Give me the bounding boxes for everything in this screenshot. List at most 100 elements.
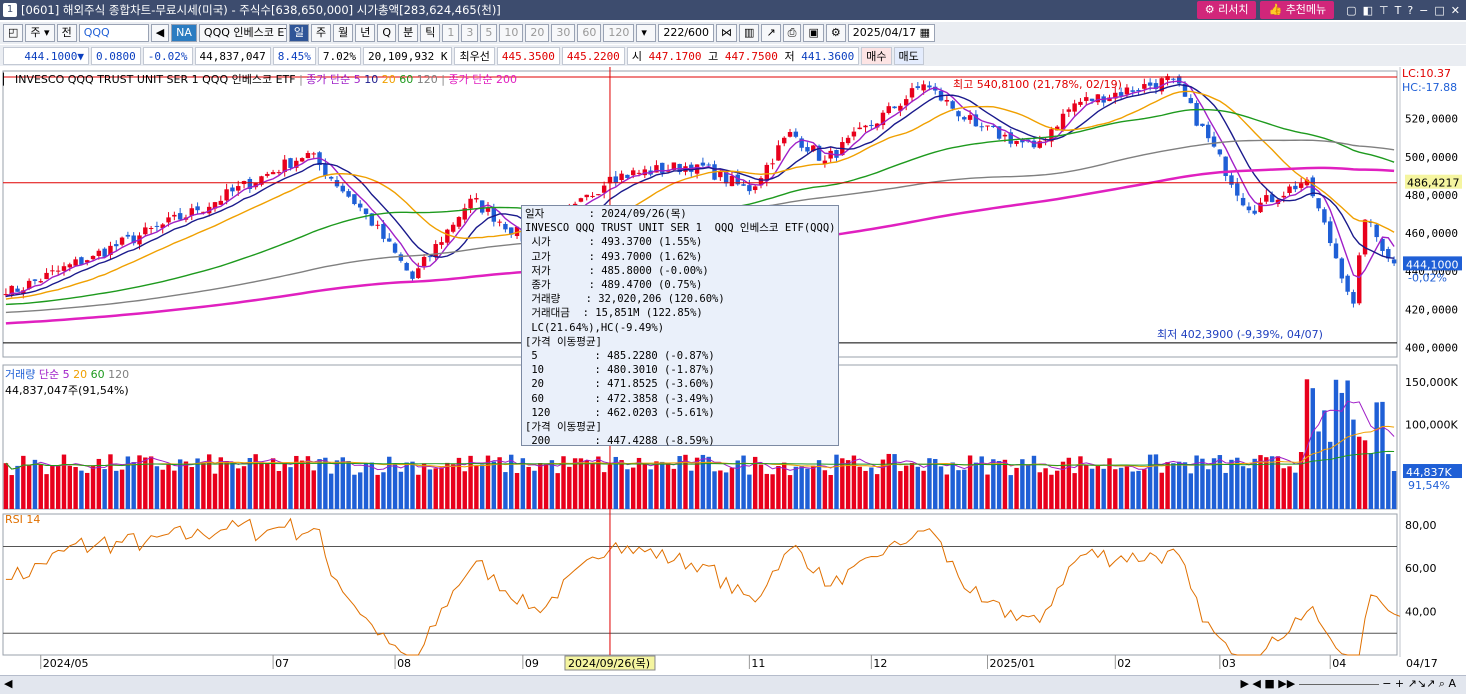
high-annotation: 최고 540,8100 (21,78%, 02/19) xyxy=(953,78,1122,91)
candle-body xyxy=(1351,292,1356,304)
volume-bar xyxy=(578,458,584,509)
candle-body xyxy=(764,164,770,181)
split-icon[interactable]: ◧ xyxy=(1363,4,1373,17)
candle-body xyxy=(433,244,438,257)
pin-icon[interactable]: ⊤ xyxy=(1379,4,1389,17)
volume-bar xyxy=(1316,431,1321,509)
buy-button[interactable]: 매수 xyxy=(861,46,892,65)
candle-body xyxy=(782,137,787,144)
trend-icon[interactable]: ↗ xyxy=(761,24,781,42)
interval-10[interactable]: 10 xyxy=(499,24,524,42)
candle-body xyxy=(1322,209,1327,223)
close-icon[interactable]: ✕ xyxy=(1451,4,1460,17)
volume-bar xyxy=(729,467,735,509)
bottom-scrollbar[interactable]: ◀ ▶ ◀ ■ ▶▶ − + ↗↘↗ ⌕ A xyxy=(0,675,1466,694)
candle-body xyxy=(985,125,990,127)
compare-icon[interactable]: ⋈ xyxy=(716,24,738,42)
candle-body xyxy=(1240,197,1246,206)
interval-dropdown[interactable]: ▾ xyxy=(636,24,657,42)
interval-3[interactable]: 3 xyxy=(461,24,479,42)
candle-body xyxy=(67,264,73,268)
candle-body xyxy=(927,85,932,88)
volume-bar xyxy=(636,457,642,509)
scroll-left-icon[interactable]: ◀ xyxy=(4,677,12,690)
period-quarter[interactable]: Q xyxy=(377,24,397,42)
gear-icon[interactable]: ⚙ xyxy=(825,24,846,42)
layout-icon[interactable]: ▢ xyxy=(1346,4,1356,17)
minimize-icon[interactable]: − xyxy=(1419,4,1428,17)
candle-body xyxy=(1217,149,1223,155)
vol-ma5-label: 단순 5 xyxy=(38,368,70,381)
candle-body xyxy=(613,176,618,183)
candle-body xyxy=(770,163,775,165)
volume-bar xyxy=(201,463,206,509)
volume-bar xyxy=(630,467,636,509)
interval-20[interactable]: 20 xyxy=(525,24,550,42)
volume-bar xyxy=(909,462,915,509)
help-icon[interactable]: ? xyxy=(1407,4,1413,17)
type-select[interactable]: 주 ▾ xyxy=(25,24,55,42)
volume-bar xyxy=(375,474,380,509)
calendar-icon[interactable]: ▦ xyxy=(920,26,930,39)
candle-body xyxy=(50,270,55,272)
zoom-slider[interactable] xyxy=(1298,683,1379,685)
recommend-menu-button[interactable]: 👍 추천메뉴 xyxy=(1260,1,1335,19)
stop-icon[interactable]: ■ xyxy=(1264,677,1274,690)
candle-body xyxy=(636,172,642,174)
candle-body xyxy=(1206,124,1211,139)
interval-30[interactable]: 30 xyxy=(551,24,576,42)
draw-tools-icon[interactable]: ↗↘↗ xyxy=(1408,677,1436,690)
volume-bar xyxy=(956,470,961,509)
play-icon[interactable]: ▶ xyxy=(1240,677,1248,690)
period-year[interactable]: 년 xyxy=(355,24,376,42)
count-input[interactable]: 222/600 xyxy=(658,24,715,42)
volume-bar xyxy=(543,463,549,509)
candle-body xyxy=(700,162,706,166)
candle-body xyxy=(90,255,96,260)
period-month[interactable]: 월 xyxy=(333,24,354,42)
font-icon[interactable]: T xyxy=(1395,4,1402,17)
interval-5[interactable]: 5 xyxy=(480,24,498,42)
volume-bar xyxy=(119,469,125,509)
volume-bar xyxy=(944,474,950,509)
prev-icon[interactable]: ◀ xyxy=(1252,677,1260,690)
interval-1[interactable]: 1 xyxy=(442,24,460,42)
chart-settings-icon[interactable]: ◰ xyxy=(3,24,24,42)
candle-body xyxy=(503,223,508,230)
research-button[interactable]: ⚙ 리서치 xyxy=(1196,1,1257,19)
volume-bar xyxy=(259,462,264,509)
font-size-icon[interactable]: A xyxy=(1448,677,1456,690)
date-label: 12 xyxy=(873,657,887,670)
interval-60[interactable]: 60 xyxy=(577,24,602,42)
price-tick-label: 480,0000 xyxy=(1405,189,1458,202)
volume-bar xyxy=(427,469,433,509)
zoom-out-icon[interactable]: − xyxy=(1382,677,1391,690)
tooltip-line: 5 : 485.2280 (-0.87%) xyxy=(525,350,715,363)
volume-bar xyxy=(1171,463,1176,509)
candle-body xyxy=(404,263,409,271)
period-tick[interactable]: 틱 xyxy=(420,24,441,42)
volume-bar xyxy=(491,461,497,509)
volume-bar xyxy=(1386,454,1391,509)
all-button[interactable]: 전 xyxy=(56,24,77,42)
volume-bar xyxy=(85,472,90,509)
tools-icon[interactable]: ▥ xyxy=(739,24,760,42)
zoom-in-icon[interactable]: + xyxy=(1395,677,1404,690)
sell-button[interactable]: 매도 xyxy=(893,46,924,65)
speaker-icon[interactable]: ◀ xyxy=(150,24,170,42)
maximize-icon[interactable]: □ xyxy=(1434,4,1444,17)
search-icon[interactable]: ⌕ xyxy=(1439,677,1445,690)
period-minute[interactable]: 분 xyxy=(398,24,419,42)
volume-bar xyxy=(288,467,293,509)
volume-bar xyxy=(596,456,601,509)
print-icon[interactable]: ⎙ xyxy=(782,24,802,42)
fast-forward-icon[interactable]: ▶▶ xyxy=(1278,677,1295,690)
period-week[interactable]: 주 xyxy=(311,24,332,42)
volume-bar xyxy=(619,460,624,509)
period-day[interactable]: 일 xyxy=(288,24,310,42)
volume-bar xyxy=(601,472,607,509)
date-input[interactable]: 2025/04/17 ▦ xyxy=(847,24,936,42)
interval-120[interactable]: 120 xyxy=(603,24,635,42)
code-input[interactable]: QQQ xyxy=(78,24,149,42)
save-icon[interactable]: ▣ xyxy=(803,24,824,42)
